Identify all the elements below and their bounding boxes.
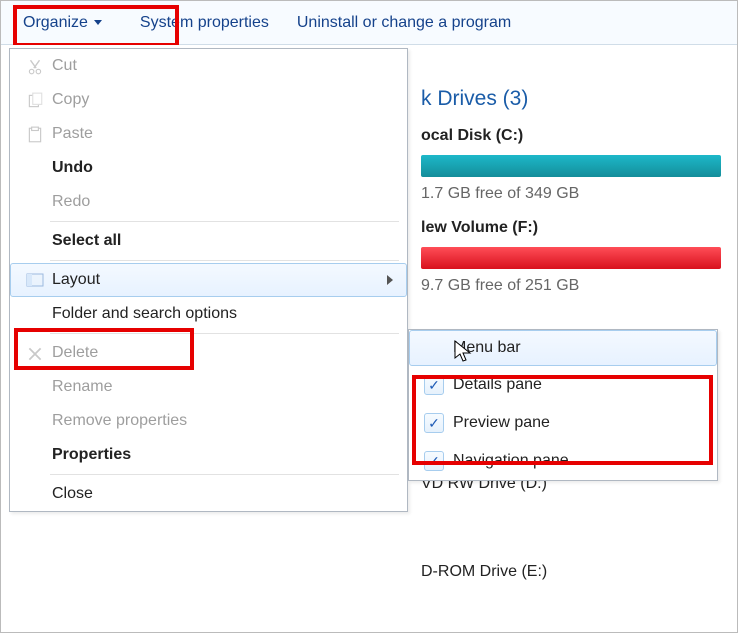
submenu-preview-pane-label: Preview pane [449, 414, 707, 432]
menu-item-undo[interactable]: Undo [10, 151, 407, 185]
menu-item-folder-options[interactable]: Folder and search options [10, 297, 407, 331]
cut-icon [26, 58, 44, 74]
menu-item-paste[interactable]: Paste [10, 117, 407, 151]
drive-e[interactable]: D-ROM Drive (E:) [421, 563, 737, 581]
menu-item-rename-label: Rename [52, 378, 397, 396]
drive-f[interactable]: lew Volume (F:) 9.7 GB free of 251 GB [421, 219, 737, 295]
layout-submenu: Menu bar ✓ Details pane ✓ Preview pane ✓… [408, 329, 718, 481]
check-icon: ✓ [424, 413, 444, 433]
layout-icon [26, 272, 44, 288]
submenu-item-preview-pane[interactable]: ✓ Preview pane [409, 404, 717, 442]
submenu-item-details-pane[interactable]: ✓ Details pane [409, 366, 717, 404]
drive-c-title: ocal Disk (C:) [421, 127, 737, 145]
uninstall-program-button[interactable]: Uninstall or change a program [283, 10, 525, 36]
drive-c-usage-bar [421, 155, 721, 177]
submenu-menu-bar-label: Menu bar [449, 339, 707, 357]
menu-item-cut-label: Cut [52, 57, 397, 75]
submenu-item-menu-bar[interactable]: Menu bar [409, 330, 717, 366]
menu-item-select-all-label: Select all [52, 232, 397, 250]
menu-item-close[interactable]: Close [10, 477, 407, 511]
organize-button[interactable]: Organize [9, 10, 116, 36]
drive-f-title: lew Volume (F:) [421, 219, 737, 237]
menu-separator [50, 260, 399, 261]
menu-item-paste-label: Paste [52, 125, 397, 143]
menu-separator [50, 474, 399, 475]
delete-icon [26, 345, 44, 361]
check-icon: ✓ [424, 375, 444, 395]
submenu-navigation-pane-label: Navigation pane [449, 452, 707, 470]
submenu-item-navigation-pane[interactable]: ✓ Navigation pane [409, 442, 717, 480]
drive-c-free-text: 1.7 GB free of 349 GB [421, 185, 737, 203]
menu-item-layout[interactable]: Layout [10, 263, 407, 297]
menu-item-properties[interactable]: Properties [10, 438, 407, 472]
check-icon: ✓ [424, 451, 444, 471]
organize-button-label: Organize [23, 14, 88, 32]
hard-disk-drives-header: k Drives (3) [421, 87, 737, 111]
menu-item-properties-label: Properties [52, 446, 397, 464]
menu-separator [50, 333, 399, 334]
drive-c[interactable]: ocal Disk (C:) 1.7 GB free of 349 GB [421, 127, 737, 203]
menu-item-select-all[interactable]: Select all [10, 224, 407, 258]
menu-item-redo[interactable]: Redo [10, 185, 407, 219]
menu-separator [50, 221, 399, 222]
menu-item-close-label: Close [52, 485, 397, 503]
copy-icon [26, 92, 44, 108]
submenu-arrow-icon [387, 275, 393, 285]
drive-f-usage-bar [421, 247, 721, 269]
system-properties-button[interactable]: System properties [126, 10, 283, 36]
menu-item-rename[interactable]: Rename [10, 370, 407, 404]
menu-item-delete-label: Delete [52, 344, 397, 362]
menu-item-folder-options-label: Folder and search options [52, 305, 397, 323]
menu-item-copy[interactable]: Copy [10, 83, 407, 117]
submenu-details-pane-label: Details pane [449, 376, 707, 394]
menu-item-cut[interactable]: Cut [10, 49, 407, 83]
menu-item-copy-label: Copy [52, 91, 397, 109]
menu-item-delete[interactable]: Delete [10, 336, 407, 370]
menu-item-undo-label: Undo [52, 159, 397, 177]
paste-icon [26, 126, 44, 142]
chevron-down-icon [94, 20, 102, 25]
menu-item-redo-label: Redo [52, 193, 397, 211]
menu-item-layout-label: Layout [52, 271, 387, 289]
organize-menu: Cut Copy Paste Undo Redo Select all Layo… [9, 48, 408, 512]
drive-f-free-text: 9.7 GB free of 251 GB [421, 277, 737, 295]
toolbar: Organize System properties Uninstall or … [1, 1, 737, 45]
menu-item-remove-properties[interactable]: Remove properties [10, 404, 407, 438]
menu-item-remove-properties-label: Remove properties [52, 412, 397, 430]
